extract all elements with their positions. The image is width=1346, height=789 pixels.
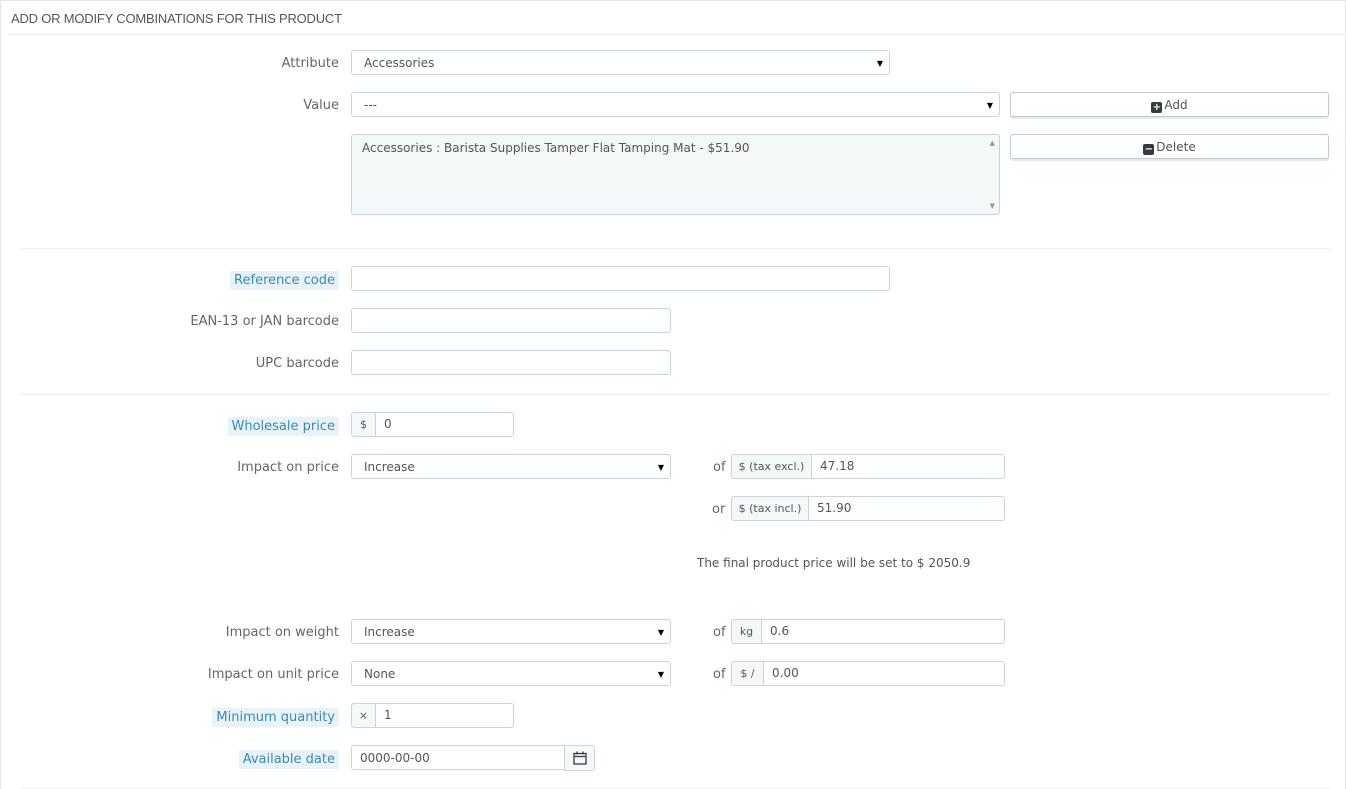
quantity-addon: × bbox=[351, 703, 376, 728]
impact-weight-select-value: Increase bbox=[364, 625, 415, 639]
value-select[interactable]: --- bbox=[351, 92, 1000, 118]
minimum-quantity-label: Minimum quantity bbox=[212, 708, 339, 727]
delete-button-label: Delete bbox=[1156, 140, 1196, 154]
attribute-select[interactable]: Accessories bbox=[351, 50, 890, 76]
panel-heading: ADD OR MODIFY COMBINATIONS FOR THIS PROD… bbox=[11, 11, 342, 26]
scroll-up-icon[interactable]: ▲ bbox=[990, 139, 995, 147]
ean13-label: EAN-13 or JAN barcode bbox=[190, 314, 339, 329]
combinations-panel: ADD OR MODIFY COMBINATIONS FOR THIS PROD… bbox=[0, 0, 1346, 789]
upc-label: UPC barcode bbox=[255, 356, 339, 371]
delete-button[interactable]: − Delete bbox=[1010, 134, 1329, 159]
impact-weight-select[interactable]: Increase bbox=[351, 619, 671, 645]
tax-excl-addon: $ (tax excl.) bbox=[731, 454, 812, 479]
tax-excl-input[interactable]: 47.18 bbox=[812, 454, 1005, 479]
minus-icon: − bbox=[1143, 144, 1155, 155]
wholesale-price-label: Wholesale price bbox=[227, 417, 339, 436]
combination-list[interactable]: Accessories : Barista Supplies Tamper Fl… bbox=[351, 134, 1000, 215]
add-button[interactable]: + Add bbox=[1010, 92, 1329, 117]
impact-price-select-value: Increase bbox=[364, 460, 415, 474]
calendar-icon bbox=[573, 751, 587, 765]
upc-input[interactable] bbox=[351, 350, 671, 375]
value-select-value: --- bbox=[364, 98, 377, 112]
tax-incl-addon: $ (tax incl.) bbox=[731, 496, 809, 521]
scroll-down-icon[interactable]: ▼ bbox=[990, 202, 995, 210]
wholesale-price-input[interactable]: 0 bbox=[376, 412, 514, 437]
final-price-note: The final product price will be set to $… bbox=[697, 556, 971, 570]
section-divider bbox=[21, 394, 1330, 395]
impact-price-select[interactable]: Increase bbox=[351, 454, 671, 480]
weight-unit-addon: kg bbox=[731, 619, 762, 644]
impact-price-label: Impact on price bbox=[237, 460, 339, 475]
add-button-label: Add bbox=[1164, 98, 1188, 112]
plus-icon: + bbox=[1151, 102, 1163, 113]
available-date-input[interactable]: 0000-00-00 bbox=[351, 745, 565, 770]
of-label: of bbox=[713, 460, 726, 475]
calendar-button[interactable] bbox=[564, 745, 595, 771]
attribute-label: Attribute bbox=[281, 56, 339, 71]
combination-list-item[interactable]: Accessories : Barista Supplies Tamper Fl… bbox=[362, 141, 750, 155]
value-label: Value bbox=[303, 98, 339, 113]
impact-unit-price-select[interactable]: None bbox=[351, 661, 671, 687]
tax-incl-input[interactable]: 51.90 bbox=[809, 496, 1005, 521]
available-date-label: Available date bbox=[238, 750, 339, 769]
weight-input[interactable]: 0.6 bbox=[762, 619, 1005, 644]
impact-unit-price-select-value: None bbox=[364, 667, 396, 681]
minimum-quantity-input[interactable]: 1 bbox=[376, 703, 514, 728]
section-divider bbox=[21, 248, 1330, 249]
impact-unit-price-label: Impact on unit price bbox=[207, 667, 339, 682]
or-label: or bbox=[712, 502, 726, 517]
of-label: of bbox=[713, 667, 726, 682]
currency-addon: $ bbox=[351, 412, 376, 437]
ean13-input[interactable] bbox=[351, 308, 671, 333]
heading-divider bbox=[7, 34, 1345, 35]
unit-price-input[interactable]: 0.00 bbox=[764, 661, 1005, 686]
attribute-select-value: Accessories bbox=[364, 56, 435, 70]
reference-code-label: Reference code bbox=[230, 271, 339, 290]
of-label: of bbox=[713, 625, 726, 640]
reference-code-input[interactable] bbox=[351, 266, 890, 291]
impact-weight-label: Impact on weight bbox=[225, 625, 339, 640]
unit-price-addon: $ / bbox=[731, 661, 764, 686]
